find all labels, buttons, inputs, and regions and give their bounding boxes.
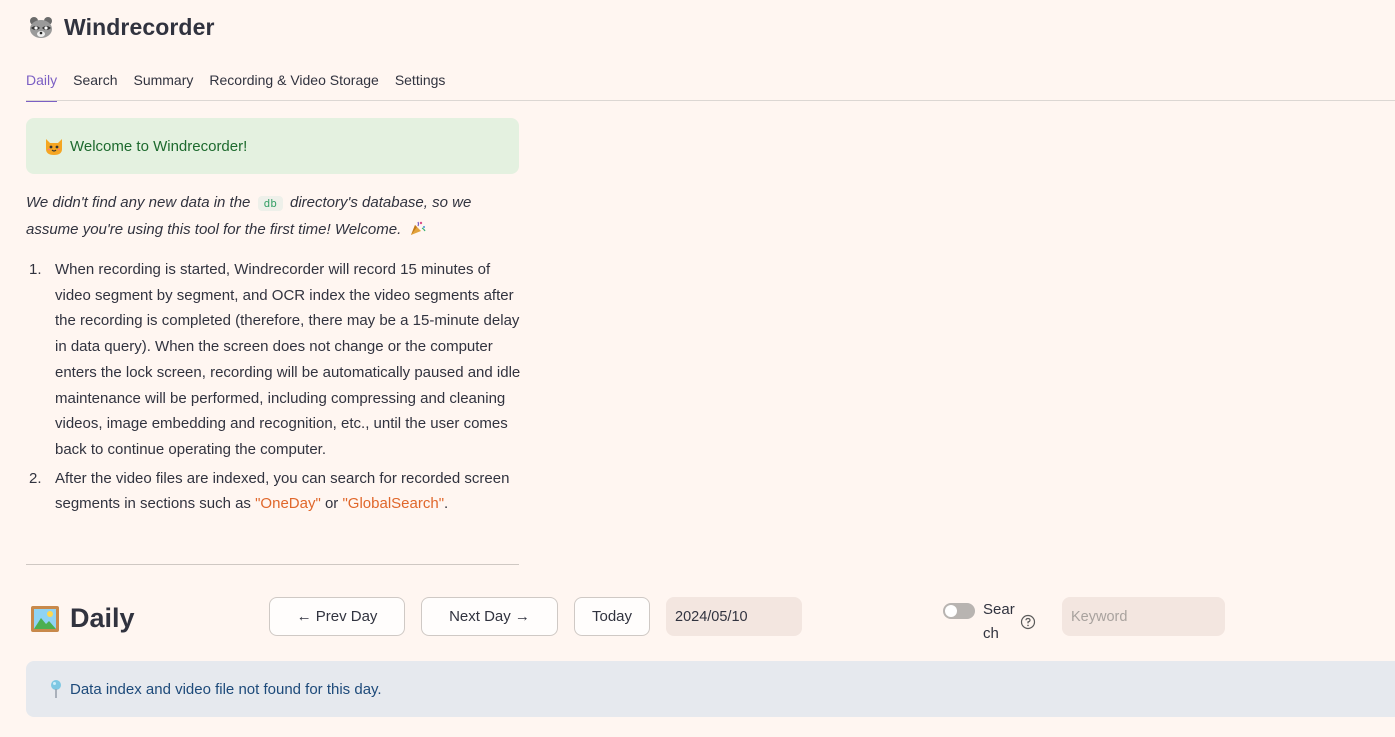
app-title: Windrecorder: [64, 14, 215, 40]
next-day-button[interactable]: Next Day →: [421, 597, 558, 636]
help-icon[interactable]: [1020, 614, 1036, 630]
app-root: Windrecorder Daily Search Summary Record…: [0, 0, 1395, 737]
list-item: 1. When recording is started, Windrecord…: [26, 257, 526, 463]
no-data-alert: Data index and video file not found for …: [26, 661, 1395, 717]
list-item-number: 2.: [29, 469, 42, 487]
prev-day-button[interactable]: ← Prev Day: [269, 597, 405, 636]
daily-header: Daily: [30, 603, 135, 634]
list-item-text-mid: or: [320, 495, 343, 513]
welcome-text: Welcome to Windrecorder!: [70, 137, 248, 155]
intro-text-before: We didn't find any new data in the: [26, 194, 255, 211]
tab-daily[interactable]: Daily: [26, 66, 58, 102]
search-toggle[interactable]: [943, 603, 975, 619]
tabs-divider: [26, 100, 1395, 101]
tab-search[interactable]: Search: [73, 66, 117, 102]
framed-picture-icon: [31, 605, 59, 632]
globalsearch-highlight: "GlobalSearch": [342, 495, 445, 513]
toggle-knob: [945, 605, 957, 617]
no-data-message: Data index and video file not found for …: [70, 680, 382, 698]
list-item-number: 1.: [29, 261, 42, 278]
date-input[interactable]: [666, 597, 802, 636]
cat-face-icon: [46, 139, 62, 155]
list-item-text-end: .: [444, 495, 449, 513]
list-item: 2. After the video files are indexed, yo…: [26, 466, 526, 517]
raccoon-icon: [30, 16, 52, 38]
daily-title: Daily: [70, 603, 135, 633]
section-divider: [26, 564, 519, 565]
search-toggle-label: Search: [983, 601, 1015, 642]
party-popper-icon: [411, 221, 426, 235]
round-pushpin-icon: [51, 680, 61, 698]
keyword-search-input[interactable]: [1062, 597, 1225, 636]
main-tabs: Daily Search Summary Recording & Video S…: [26, 66, 445, 102]
welcome-alert: Welcome to Windrecorder!: [26, 118, 519, 174]
instructions-list: 1. When recording is started, Windrecord…: [26, 257, 526, 520]
list-item-text: When recording is started, Windrecorder …: [55, 261, 521, 458]
intro-paragraph: We didn't find any new data in the db di…: [26, 190, 526, 242]
tab-summary[interactable]: Summary: [133, 66, 193, 102]
tab-recording-video-storage[interactable]: Recording & Video Storage: [209, 66, 378, 102]
db-code-chip: db: [257, 196, 283, 211]
today-button[interactable]: Today: [574, 597, 650, 636]
tab-settings[interactable]: Settings: [395, 66, 446, 102]
oneday-highlight: "OneDay": [255, 495, 321, 513]
app-header: Windrecorder: [28, 14, 215, 41]
